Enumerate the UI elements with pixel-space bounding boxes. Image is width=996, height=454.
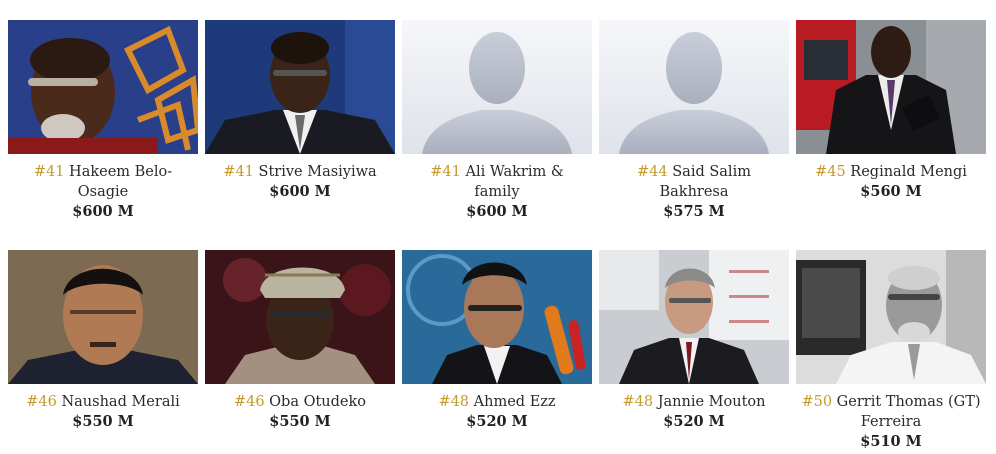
person-photo[interactable] (796, 250, 986, 384)
person-name-line: #46 Naushad Merali (8, 392, 198, 412)
person-rank: #45 (815, 164, 846, 180)
person-name[interactable]: Oba Otudeko (269, 394, 366, 410)
person-name[interactable]: Ahmed Ezz (474, 394, 556, 410)
net-worth: $510 M (860, 433, 922, 450)
person-name[interactable]: Reginald Mengi (850, 164, 967, 180)
placeholder-avatar-icon[interactable] (402, 20, 592, 154)
person-name-line: #41 Ali Wakrim & family (402, 162, 592, 202)
net-worth: $600 M (269, 183, 331, 200)
billionaire-grid: #41 Hakeem Belo-Osagie $600 M #41 Strive… (0, 0, 996, 454)
person-photo[interactable] (205, 20, 395, 154)
person-card[interactable]: #50 Gerrit Thomas (GT) Ferreira $510 M (796, 250, 986, 452)
person-name[interactable]: Jannie Mouton (658, 394, 766, 410)
person-name-line: #48 Ahmed Ezz (402, 392, 592, 412)
person-rank: #41 (430, 164, 461, 180)
person-name-line: #48 Jannie Mouton (599, 392, 789, 412)
person-rank: #41 (223, 164, 254, 180)
net-worth: $520 M (663, 413, 725, 430)
person-name[interactable]: Said Salim Bakhresa (659, 164, 750, 200)
person-name[interactable]: Hakeem Belo-Osagie (69, 164, 172, 200)
person-card[interactable]: #41 Hakeem Belo-Osagie $600 M (8, 20, 198, 222)
net-worth: $520 M (466, 413, 528, 430)
person-rank: #50 (801, 394, 833, 410)
person-card[interactable]: #45 Reginald Mengi $560 M (796, 20, 986, 202)
net-worth: $575 M (663, 203, 725, 220)
person-name[interactable]: Ali Wakrim & family (465, 164, 563, 200)
net-worth: $550 M (72, 413, 134, 430)
person-photo[interactable] (402, 250, 592, 384)
person-name-line: #46 Oba Otudeko (205, 392, 395, 412)
person-rank: #41 (33, 164, 65, 180)
net-worth: $560 M (860, 183, 922, 200)
person-photo[interactable] (599, 250, 789, 384)
person-card[interactable]: #44 Said Salim Bakhresa $575 M (599, 20, 789, 222)
person-rank: #44 (637, 164, 668, 180)
person-card[interactable]: #48 Jannie Mouton $520 M (599, 250, 789, 432)
person-rank: #46 (233, 394, 265, 410)
person-photo[interactable] (8, 20, 198, 154)
person-card[interactable]: #48 Ahmed Ezz $520 M (402, 250, 592, 432)
person-name[interactable]: Strive Masiyiwa (259, 164, 377, 180)
person-rank: #48 (438, 394, 470, 410)
person-name-line: #45 Reginald Mengi (796, 162, 986, 182)
person-card[interactable]: #41 Strive Masiyiwa $600 M (205, 20, 395, 202)
net-worth: $600 M (466, 203, 528, 220)
person-rank: #46 (26, 394, 57, 410)
person-name-line: #50 Gerrit Thomas (GT) Ferreira (796, 392, 986, 432)
person-name-line: #44 Said Salim Bakhresa (599, 162, 789, 202)
person-card[interactable]: #46 Oba Otudeko $550 M (205, 250, 395, 432)
person-rank: #48 (622, 394, 654, 410)
person-photo[interactable] (796, 20, 986, 154)
person-card[interactable]: #41 Ali Wakrim & family $600 M (402, 20, 592, 222)
person-name-line: #41 Hakeem Belo-Osagie (8, 162, 198, 202)
placeholder-avatar-icon[interactable] (599, 20, 789, 154)
person-name[interactable]: Naushad Merali (61, 394, 179, 410)
person-card[interactable]: #46 Naushad Merali $550 M (8, 250, 198, 432)
person-name[interactable]: Gerrit Thomas (GT) Ferreira (837, 394, 981, 430)
person-name-line: #41 Strive Masiyiwa (205, 162, 395, 182)
person-photo[interactable] (205, 250, 395, 384)
person-photo[interactable] (8, 250, 198, 384)
net-worth: $550 M (269, 413, 331, 430)
net-worth: $600 M (72, 203, 134, 220)
